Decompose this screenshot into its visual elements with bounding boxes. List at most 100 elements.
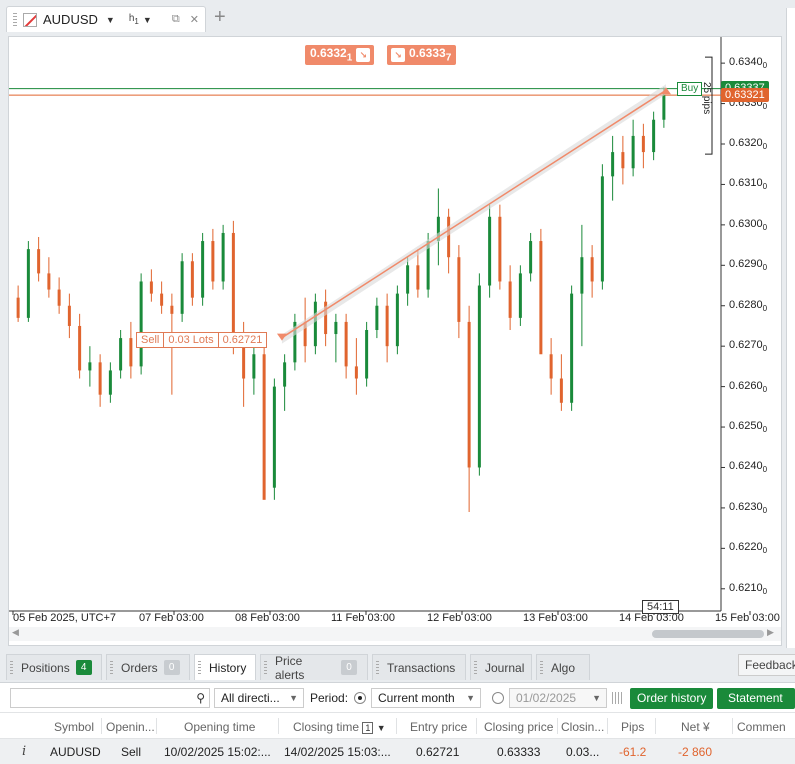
detach-icon[interactable]: ⧉ xyxy=(172,13,180,26)
candle-body[interactable] xyxy=(518,273,522,318)
tab-journal[interactable]: Journal xyxy=(470,654,532,680)
candle-body[interactable] xyxy=(108,370,112,395)
candle-body[interactable] xyxy=(252,354,256,379)
candle-body[interactable] xyxy=(539,241,543,355)
candle-body[interactable] xyxy=(262,354,266,500)
candle-body[interactable] xyxy=(26,249,30,318)
candle-body[interactable] xyxy=(395,293,399,347)
col-net[interactable]: Net ¥ xyxy=(681,720,721,734)
candle-body[interactable] xyxy=(119,338,123,371)
candle-body[interactable] xyxy=(385,305,389,347)
col-symbol[interactable]: Symbol xyxy=(54,720,100,734)
candle-body[interactable] xyxy=(457,257,461,322)
candle-body[interactable] xyxy=(170,305,174,314)
candle-body[interactable] xyxy=(652,119,656,153)
candle-body[interactable] xyxy=(559,378,563,403)
candle-body[interactable] xyxy=(662,95,666,120)
candle-body[interactable] xyxy=(590,257,594,282)
tab-transactions[interactable]: Transactions xyxy=(372,654,466,680)
col-pips[interactable]: Pips xyxy=(621,720,651,734)
candle-body[interactable] xyxy=(231,232,235,339)
column-divider[interactable] xyxy=(655,718,656,734)
add-tab-plus-icon[interactable]: + xyxy=(214,6,226,29)
candle-body[interactable] xyxy=(211,241,215,282)
candle-body[interactable] xyxy=(88,362,92,371)
info-icon[interactable]: i xyxy=(22,744,26,759)
column-divider[interactable] xyxy=(476,718,477,734)
candle-body[interactable] xyxy=(47,273,51,290)
candle-body[interactable] xyxy=(447,216,451,258)
candle-body[interactable] xyxy=(621,152,625,169)
column-divider[interactable] xyxy=(278,718,279,734)
sell-price-box[interactable]: 0.63321 ↘ xyxy=(305,45,375,65)
tab-orders[interactable]: Orders 0 xyxy=(106,654,190,680)
col-closing-time[interactable]: Closing time 1 ▼ xyxy=(293,720,393,734)
scroll-left-icon[interactable]: ◀ xyxy=(12,627,19,638)
col-entry-price[interactable]: Entry price xyxy=(410,720,474,734)
order-history-button[interactable]: Order history xyxy=(630,688,714,709)
search-input[interactable]: ⚲ xyxy=(10,688,210,708)
col-opening-time[interactable]: Opening time xyxy=(184,720,274,734)
candle-body[interactable] xyxy=(98,362,102,395)
column-divider[interactable] xyxy=(557,718,558,734)
candle-body[interactable] xyxy=(354,366,358,379)
position-sell-tag[interactable]: Sell 0.03 Lots 0.62721 xyxy=(136,332,268,348)
scroll-right-icon[interactable]: ▶ xyxy=(767,627,774,638)
chart-horizontal-scrollbar[interactable]: ◀ ▶ xyxy=(9,627,781,641)
candle-body[interactable] xyxy=(467,321,471,468)
tab-algo[interactable]: Algo xyxy=(536,654,590,680)
candle-body[interactable] xyxy=(416,265,420,290)
candle-body[interactable] xyxy=(365,330,369,379)
candle-body[interactable] xyxy=(67,305,71,326)
scrollbar-thumb[interactable] xyxy=(652,630,764,638)
direction-select[interactable]: All directi... ▼ xyxy=(214,688,304,708)
col-opening-direction[interactable]: Openin... xyxy=(106,720,154,734)
col-closing-price[interactable]: Closing price xyxy=(484,720,556,734)
date-select[interactable]: 01/02/2025 ▼ xyxy=(509,688,607,708)
candle-body[interactable] xyxy=(149,281,153,294)
candle-body[interactable] xyxy=(221,232,225,282)
candle-body[interactable] xyxy=(344,321,348,367)
current-month-radio[interactable] xyxy=(354,692,366,704)
candle-body[interactable] xyxy=(611,152,615,177)
candle-body[interactable] xyxy=(78,325,82,371)
candle-body[interactable] xyxy=(190,261,194,298)
custom-date-radio[interactable] xyxy=(492,692,504,704)
col-closing-volume[interactable]: Closin... xyxy=(561,720,605,734)
candle-body[interactable] xyxy=(498,216,502,282)
tab-history[interactable]: History xyxy=(194,654,256,680)
candle-body[interactable] xyxy=(549,354,553,379)
current-month-select[interactable]: Current month ▼ xyxy=(371,688,481,708)
candle-body[interactable] xyxy=(570,293,574,403)
close-icon[interactable]: ✕ xyxy=(190,13,199,26)
feedback-button[interactable]: Feedback xyxy=(738,654,795,676)
buy-price-box[interactable]: ↘ 0.63337 xyxy=(387,45,457,65)
candle-body[interactable] xyxy=(508,281,512,318)
candle-body[interactable] xyxy=(580,257,584,294)
column-divider[interactable] xyxy=(607,718,608,734)
symbol-chevron-down-icon[interactable]: ▼ xyxy=(106,15,115,25)
candle-body[interactable] xyxy=(180,261,184,314)
chart-tab-audusd[interactable]: AUDUSD ▼ h1 ▼ ⧉ ✕ xyxy=(6,6,206,32)
trade-connector-line[interactable] xyxy=(281,89,667,339)
candle-body[interactable] xyxy=(488,216,492,286)
candle-body[interactable] xyxy=(641,135,645,153)
column-divider[interactable] xyxy=(156,718,157,734)
candle-body[interactable] xyxy=(313,301,317,347)
candle-body[interactable] xyxy=(139,281,143,367)
candle-body[interactable] xyxy=(406,265,410,294)
candle-body[interactable] xyxy=(201,241,205,298)
drag-handle-icon[interactable] xyxy=(13,12,17,27)
column-divider[interactable] xyxy=(396,718,397,734)
candle-body[interactable] xyxy=(375,305,379,330)
statement-button[interactable]: Statement xyxy=(717,688,795,709)
tab-price-alerts[interactable]: Price alerts 0 xyxy=(260,654,368,682)
candle-body[interactable] xyxy=(477,285,481,468)
column-divider[interactable] xyxy=(732,718,733,734)
position-buy-tag[interactable]: Buy xyxy=(677,82,703,96)
column-divider[interactable] xyxy=(101,718,102,734)
candle-body[interactable] xyxy=(272,386,276,488)
candle-body[interactable] xyxy=(16,297,20,318)
candlestick-chart-svg[interactable] xyxy=(9,37,781,627)
candle-body[interactable] xyxy=(334,321,338,335)
